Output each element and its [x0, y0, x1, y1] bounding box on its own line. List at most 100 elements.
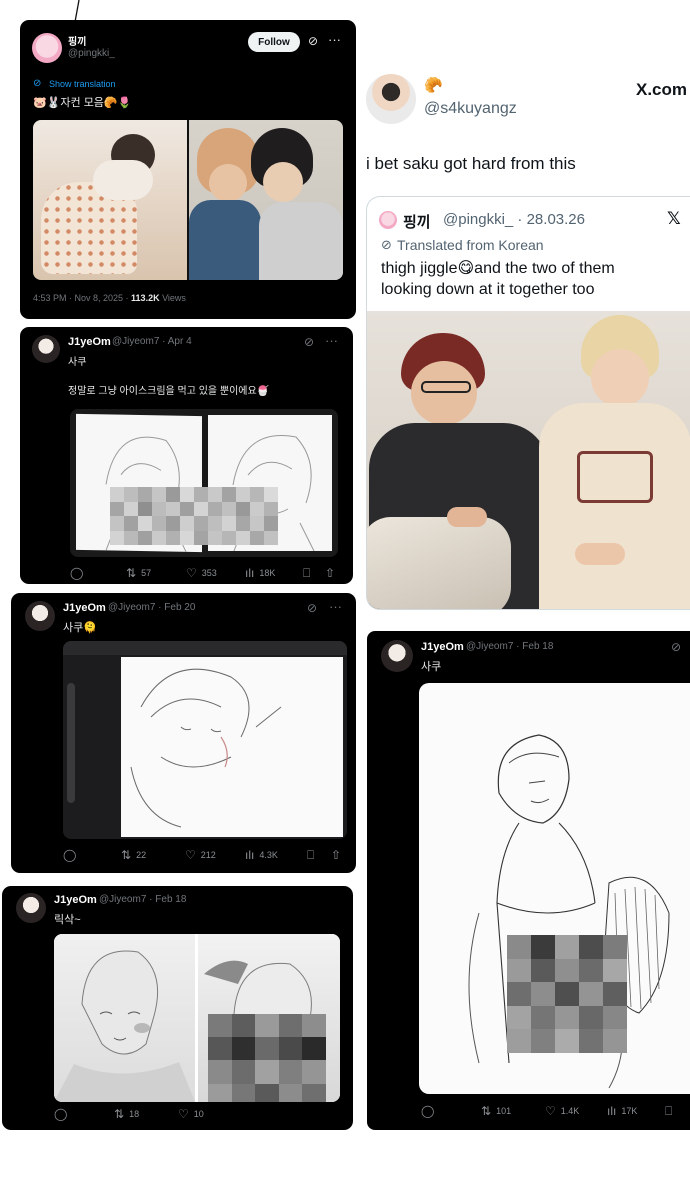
- heart-icon: ♡: [186, 566, 197, 580]
- quote-name[interactable]: 핑끼: [403, 211, 431, 232]
- tweet-card-apr4[interactable]: J1yeOm @Jiyeom7 · Apr 4 ⊘ ··· 사쿠 정말로 그냥 …: [20, 327, 353, 584]
- follow-button[interactable]: Follow: [248, 32, 300, 52]
- grok-icon[interactable]: ⊘: [671, 640, 681, 654]
- photo-bed[interactable]: [33, 120, 187, 280]
- photo-couple[interactable]: [189, 120, 343, 280]
- reply-button[interactable]: ◯: [63, 849, 76, 861]
- quote-handle-date[interactable]: @pingkki_ · 28.03.26: [443, 211, 585, 228]
- quote-text-line2: looking down at it together too: [381, 281, 595, 298]
- repost-icon: ⇅: [114, 1107, 125, 1121]
- censor-mosaic: [208, 1014, 326, 1102]
- reply-text: i bet saku got hard from this: [366, 154, 576, 173]
- avatar[interactable]: [381, 640, 413, 672]
- media-sketches[interactable]: [70, 409, 338, 557]
- more-icon[interactable]: ···: [325, 333, 338, 348]
- avatar[interactable]: [25, 601, 55, 631]
- views-count: 17K: [621, 1106, 638, 1116]
- reply-button[interactable]: ◯: [70, 567, 83, 579]
- views-button[interactable]: ılı 4.3K: [245, 849, 278, 861]
- display-name[interactable]: J1yeOm: [54, 894, 97, 906]
- display-name[interactable]: J1yeOm: [421, 641, 464, 653]
- tweet-text-line2: 정말로 그냥 아이스크림을 먹고 있을 뿐이에요🍧: [68, 386, 270, 397]
- handle[interactable]: @s4kuyangz: [424, 100, 517, 118]
- display-name[interactable]: J1yeOm: [63, 602, 106, 614]
- bookmark-button[interactable]: ⎕: [303, 567, 310, 579]
- media-drawing-app[interactable]: [63, 641, 347, 839]
- avatar[interactable]: [16, 893, 46, 923]
- censor-mosaic: [507, 935, 627, 1053]
- grok-icon[interactable]: ⊘: [308, 34, 318, 48]
- bookmark-button[interactable]: ⎕: [307, 849, 314, 861]
- app-toolbar: [63, 641, 347, 655]
- media-grid[interactable]: [33, 120, 343, 280]
- bookmark-icon: ⎕: [307, 848, 315, 862]
- tweet-text: 릭삭~: [54, 914, 81, 926]
- quote-avatar[interactable]: [379, 211, 397, 229]
- time-text: 4:53 PM · Nov 8, 2025 ·: [33, 293, 132, 303]
- grok-icon[interactable]: ⊘: [304, 335, 314, 349]
- show-translation-link[interactable]: Show translation: [49, 79, 116, 89]
- like-count: 10: [193, 1109, 204, 1119]
- reply-button[interactable]: ◯: [421, 1105, 434, 1117]
- like-button[interactable]: ♡ 212: [185, 849, 216, 861]
- like-button[interactable]: ♡ 1.4K: [545, 1105, 579, 1117]
- translate-icon: ⊘: [33, 78, 42, 89]
- handle[interactable]: @pingkki_: [68, 48, 115, 59]
- repost-button[interactable]: ⇅ 101: [481, 1105, 511, 1117]
- timestamp[interactable]: 4:53 PM · Nov 8, 2025 · 113.2K Views: [33, 293, 186, 303]
- bookmark-button[interactable]: ⎕: [665, 1105, 672, 1117]
- repost-button[interactable]: ⇅ 18: [114, 1108, 139, 1120]
- quote-tweet[interactable]: 핑끼 @pingkki_ · 28.03.26 𝕏 ⊘ Translated f…: [366, 196, 690, 610]
- repost-button[interactable]: ⇅ 22: [121, 849, 146, 861]
- media-sketch-standing[interactable]: [419, 683, 690, 1094]
- canvas-sketch[interactable]: [121, 657, 343, 837]
- display-name[interactable]: J1yeOm: [68, 336, 111, 348]
- repost-count: 18: [129, 1109, 140, 1119]
- panel-left[interactable]: [54, 934, 195, 1102]
- like-count: 212: [200, 850, 216, 860]
- like-button[interactable]: ♡ 353: [186, 567, 217, 579]
- tweet-text: 사쿠🫠: [63, 622, 97, 634]
- media-manga[interactable]: [54, 934, 340, 1102]
- reply-tweet[interactable]: 🥐 @s4kuyangz X.com i bet saku got hard f…: [360, 60, 690, 620]
- tweet-card-feb18-left[interactable]: J1yeOm @Jiyeom7 · Feb 18 릭삭~ ◯ ⇅ 18 ♡ 10: [2, 886, 353, 1130]
- repost-button[interactable]: ⇅ 57: [126, 567, 151, 579]
- quote-photo[interactable]: [367, 311, 690, 609]
- display-name[interactable]: 핑끼: [68, 33, 86, 48]
- share-button[interactable]: ⇧: [331, 849, 341, 861]
- x-com-label: X.com: [636, 80, 688, 99]
- bookmark-icon: ⎕: [665, 1104, 673, 1118]
- tweet-card-feb18-right[interactable]: J1yeOm @Jiyeom7 · Feb 18 ⊘ 사쿠 ◯ ⇅ 101 ♡ 1.…: [367, 631, 690, 1130]
- views-count: 4.3K: [259, 850, 278, 860]
- heart-icon: ♡: [185, 848, 196, 862]
- bookmark-icon: ⎕: [303, 566, 311, 580]
- share-button[interactable]: ⇧: [325, 567, 335, 579]
- repost-icon: ⇅: [481, 1104, 492, 1118]
- avatar[interactable]: [366, 74, 416, 124]
- reply-button[interactable]: ◯: [54, 1108, 67, 1120]
- avatar[interactable]: [32, 33, 62, 63]
- views-button[interactable]: ılı 18K: [245, 567, 275, 579]
- views-icon: ılı: [245, 566, 255, 580]
- handle-date[interactable]: @Jiyeom7 · Feb 18: [466, 641, 553, 652]
- more-icon[interactable]: ···: [328, 32, 341, 47]
- translate-icon: ⊘: [381, 237, 392, 252]
- grok-icon[interactable]: ⊘: [307, 601, 317, 615]
- views-button[interactable]: ılı 17K: [607, 1105, 637, 1117]
- like-button[interactable]: ♡ 10: [178, 1108, 204, 1120]
- views-icon: ılı: [245, 848, 255, 862]
- share-icon: ⇧: [325, 566, 336, 580]
- views-count: 18K: [259, 568, 276, 578]
- emoji: 🥐: [424, 77, 443, 94]
- handle-date[interactable]: @Jiyeom7 · Feb 18: [99, 894, 186, 905]
- tweet-card-feb20[interactable]: J1yeOm @Jiyeom7 · Feb 20 ⊘ ··· 사쿠🫠 ◯ ⇅ 22…: [11, 593, 356, 873]
- translated-label[interactable]: Translated from Korean: [397, 237, 544, 253]
- handle-date[interactable]: @Jiyeom7 · Feb 20: [108, 602, 195, 613]
- avatar[interactable]: [32, 335, 60, 363]
- app-sidebar: [67, 683, 75, 803]
- views-icon: ılı: [607, 1104, 617, 1118]
- handle-date[interactable]: @Jiyeom7 · Apr 4: [112, 336, 192, 347]
- heart-icon: ♡: [545, 1104, 556, 1118]
- tweet-card-pingkki[interactable]: 핑끼 @pingkki_ Follow ⊘ ··· ⊘ Show transla…: [20, 20, 356, 319]
- more-icon[interactable]: ···: [329, 599, 342, 614]
